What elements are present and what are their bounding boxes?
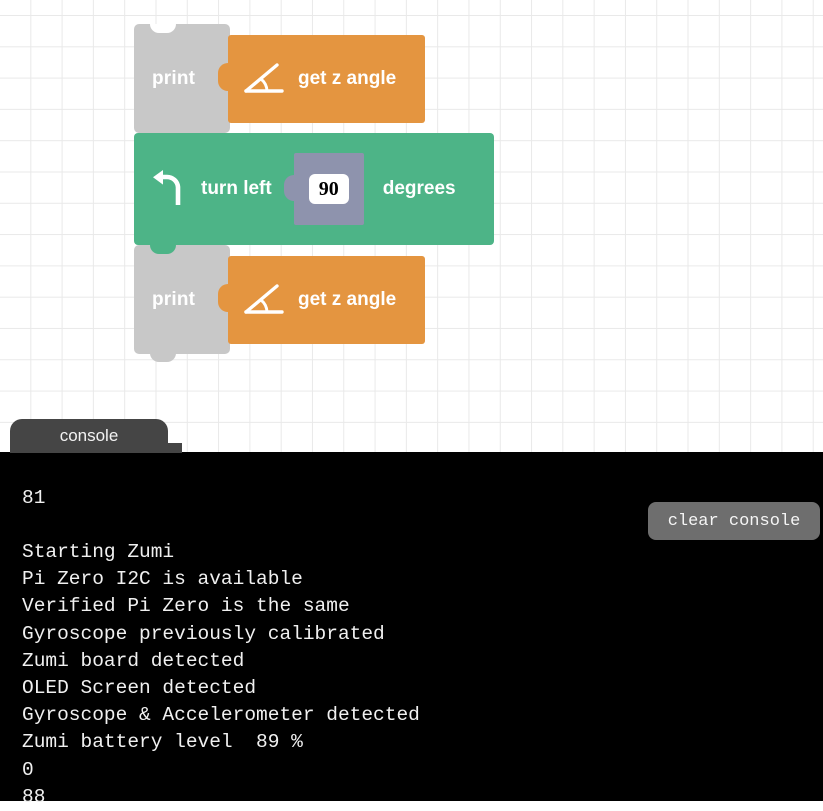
block-plug — [218, 284, 230, 312]
turn-left-arrow-icon — [150, 169, 188, 209]
block-notch-top — [150, 24, 176, 33]
turn-left-label: turn left — [201, 178, 272, 200]
console-tab[interactable]: console — [10, 419, 168, 453]
blockly-workspace[interactable]: print get z angle turn left 90 — [0, 0, 823, 452]
turn-left-block[interactable]: turn left 90 degrees — [134, 133, 494, 245]
print-block-label: print — [152, 68, 195, 90]
get-z-angle-label: get z angle — [298, 68, 396, 90]
console-tab-label: console — [60, 426, 119, 446]
clear-console-button[interactable]: clear console — [648, 502, 820, 540]
angle-icon — [242, 281, 286, 319]
block-notch-bottom — [150, 353, 176, 362]
angle-icon — [242, 60, 286, 98]
get-z-angle-label: get z angle — [298, 289, 396, 311]
degrees-number-input[interactable]: 90 — [309, 174, 349, 204]
console-panel: 81 Starting Zumi Pi Zero I2C is availabl… — [0, 452, 823, 801]
block-stack[interactable]: print get z angle turn left 90 — [134, 24, 230, 133]
console-output: 81 Starting Zumi Pi Zero I2C is availabl… — [22, 485, 420, 811]
block-plug — [284, 175, 296, 201]
get-z-angle-block-bottom[interactable]: get z angle — [228, 256, 425, 344]
print-block-top[interactable]: print get z angle — [134, 24, 230, 133]
print-block-label: print — [152, 289, 195, 311]
degrees-unit-label: degrees — [383, 178, 456, 200]
get-z-angle-block-top[interactable]: get z angle — [228, 35, 425, 123]
degrees-value-slot[interactable]: 90 — [294, 153, 364, 225]
print-block-bottom[interactable]: print get z angle — [134, 245, 230, 354]
block-plug — [218, 63, 230, 91]
block-notch-top — [150, 245, 176, 254]
